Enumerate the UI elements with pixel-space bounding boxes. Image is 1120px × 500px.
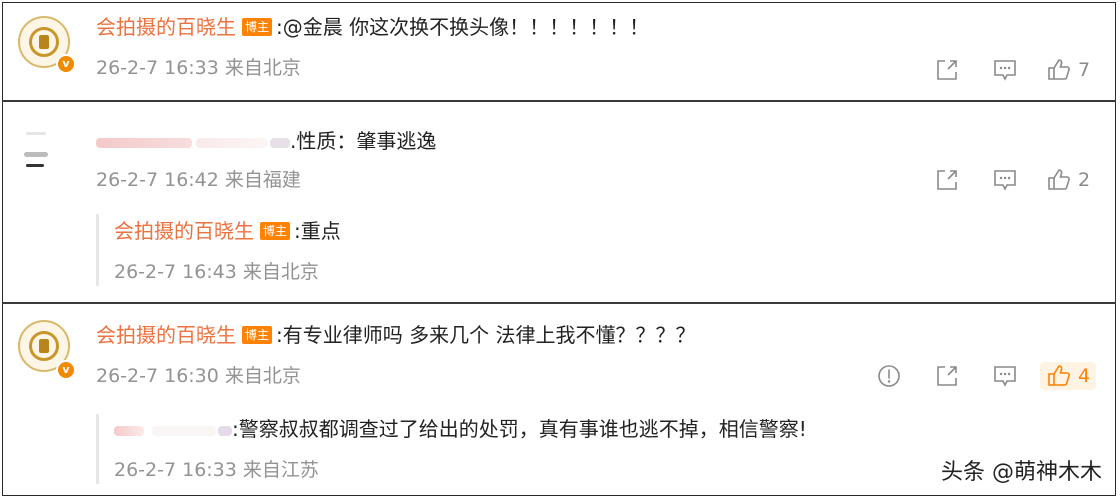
like-count: 4 [1078, 365, 1091, 387]
reply-text: :警察叔叔都调查过了给出的处罚，真有事谁也逃不掉，相信警察! [232, 417, 807, 441]
watermark: 头条 @萌神木木 [941, 460, 1102, 485]
verified-badge-icon: v [56, 360, 76, 380]
comment-author[interactable]: 会拍摄的百晓生 [96, 15, 236, 39]
blurred-author-name [114, 425, 144, 436]
reply-text-line: :警察叔叔都调查过了给出的处罚，真有事谁也逃不掉，相信警察! [114, 416, 807, 442]
reply-author[interactable]: 会拍摄的百晓生 [114, 219, 254, 243]
like-count: 7 [1078, 59, 1091, 81]
share-button[interactable] [934, 166, 960, 194]
comment-meta: 26-2-7 16:33 来自北京 [96, 57, 301, 79]
share-icon [937, 366, 957, 386]
avatar[interactable] [20, 124, 72, 176]
thumbs-up-icon [1048, 169, 1070, 190]
comment-text-line: 会拍摄的百晓生 博主:@金晨 你这次换不换头像！！！！！！！ [96, 14, 649, 40]
comment-icon [994, 366, 1016, 387]
like-button[interactable]: 2 [1046, 166, 1090, 194]
reply-meta: 26-2-7 16:43 来自北京 [114, 261, 319, 283]
comment-text: :有专业律师吗 多来几个 法律上我不懂？？？？ [276, 323, 696, 347]
reply-text: :重点 [294, 219, 341, 243]
blurred-author-name [196, 137, 268, 148]
author-badge: 博主 [260, 222, 291, 240]
comment-button[interactable] [992, 56, 1018, 84]
reply-indent-bar [96, 214, 99, 286]
comment-button[interactable] [992, 166, 1018, 194]
comment-button[interactable] [992, 362, 1018, 390]
report-button[interactable] [876, 362, 902, 390]
blurred-author-name [96, 137, 192, 148]
blurred-author-name [218, 425, 232, 436]
share-icon [937, 60, 957, 80]
blurred-author-name [270, 137, 290, 148]
divider [2, 302, 1116, 304]
comment-icon [994, 170, 1016, 191]
comment-text-line: 会拍摄的百晓生 博主:有专业律师吗 多来几个 法律上我不懂？？？？ [96, 322, 695, 348]
reply-indent-bar [96, 414, 99, 484]
alert-icon [878, 365, 900, 387]
divider [2, 100, 1116, 102]
share-icon [937, 170, 957, 190]
like-button[interactable]: 7 [1046, 56, 1090, 84]
share-button[interactable] [934, 362, 960, 390]
comment-author[interactable]: 会拍摄的百晓生 [96, 323, 236, 347]
thumbs-up-icon [1048, 59, 1070, 80]
comment-text-line: .性质：肇事逃逸 [96, 128, 436, 154]
author-badge: 博主 [242, 18, 273, 36]
like-count: 2 [1078, 169, 1091, 191]
verified-badge-icon: v [56, 54, 76, 74]
like-button[interactable]: 4 [1040, 362, 1097, 390]
author-badge: 博主 [242, 326, 273, 344]
reply-meta: 26-2-7 16:33 来自江苏 [114, 459, 319, 481]
comment-meta: 26-2-7 16:30 来自北京 [96, 365, 301, 387]
comment-meta: 26-2-7 16:42 来自福建 [96, 169, 301, 191]
thumbs-up-icon [1048, 365, 1070, 386]
blurred-author-name [152, 425, 216, 436]
comment-icon [994, 60, 1016, 81]
comment-text: .性质：肇事逃逸 [290, 129, 437, 153]
comment-text: :@金晨 你这次换不换头像！！！！！！！ [276, 15, 650, 39]
reply-text-line: 会拍摄的百晓生 博主:重点 [114, 218, 341, 244]
share-button[interactable] [934, 56, 960, 84]
